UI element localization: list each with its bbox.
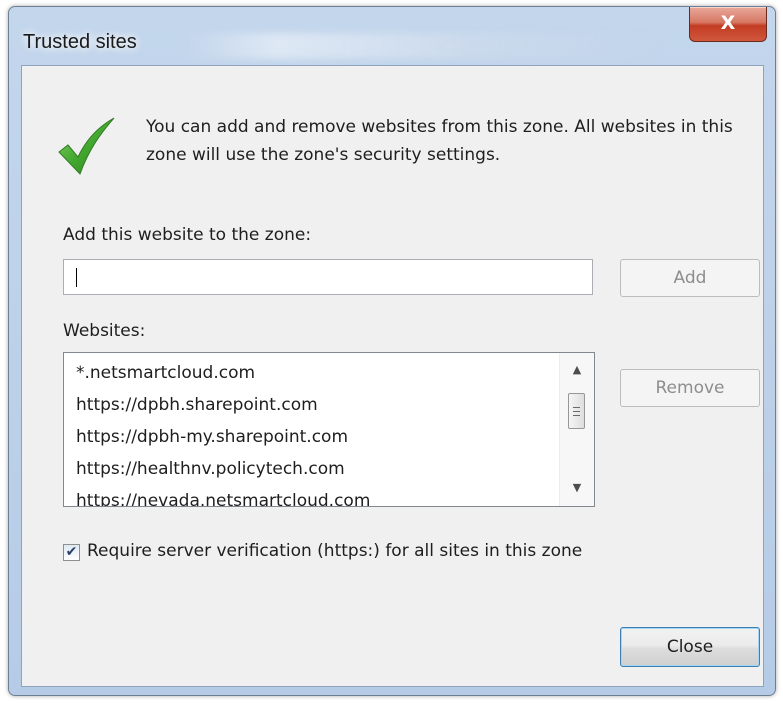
add-button[interactable]: Add [620, 259, 760, 297]
text-caret [76, 268, 77, 287]
add-website-input[interactable] [63, 259, 593, 295]
scroll-up-arrow-icon[interactable]: ▲ [560, 357, 594, 383]
close-window-button[interactable]: X [689, 7, 767, 42]
grip-line [573, 411, 580, 412]
websites-list: *.netsmartcloud.com https://dpbh.sharepo… [76, 357, 558, 506]
websites-scrollbar[interactable]: ▲ ▼ [559, 353, 594, 506]
list-item[interactable]: https://nevada.netsmartcloud.com [76, 485, 558, 506]
list-item[interactable]: *.netsmartcloud.com [76, 357, 558, 389]
add-website-label: Add this website to the zone: [63, 225, 312, 245]
window-title: Trusted sites [23, 31, 137, 53]
list-item[interactable]: https://dpbh.sharepoint.com [76, 389, 558, 421]
websites-label: Websites: [63, 321, 146, 341]
websites-listbox[interactable]: *.netsmartcloud.com https://dpbh.sharepo… [63, 352, 595, 507]
background-tab-strip-blur [179, 33, 665, 59]
grip-line [573, 415, 580, 416]
remove-button[interactable]: Remove [620, 369, 760, 407]
scrollbar-thumb[interactable] [568, 393, 585, 429]
green-checkmark-icon [58, 117, 115, 175]
close-button[interactable]: Close [620, 627, 760, 667]
scroll-down-arrow-icon[interactable]: ▼ [560, 475, 594, 501]
dialog-content: You can add and remove websites from thi… [21, 65, 764, 687]
server-verification-label: Require server verification (https:) for… [87, 541, 583, 561]
list-item[interactable]: https://dpbh-my.sharepoint.com [76, 421, 558, 453]
dialog-window: Trusted sites X You can add and remove w… [8, 6, 776, 696]
title-bar[interactable]: Trusted sites X [9, 7, 775, 65]
zone-info-text: You can add and remove websites from thi… [146, 117, 733, 165]
list-item[interactable]: https://healthnv.policytech.com [76, 453, 558, 485]
grip-line [573, 407, 580, 408]
server-verification-checkbox[interactable]: ✔ [63, 544, 80, 561]
